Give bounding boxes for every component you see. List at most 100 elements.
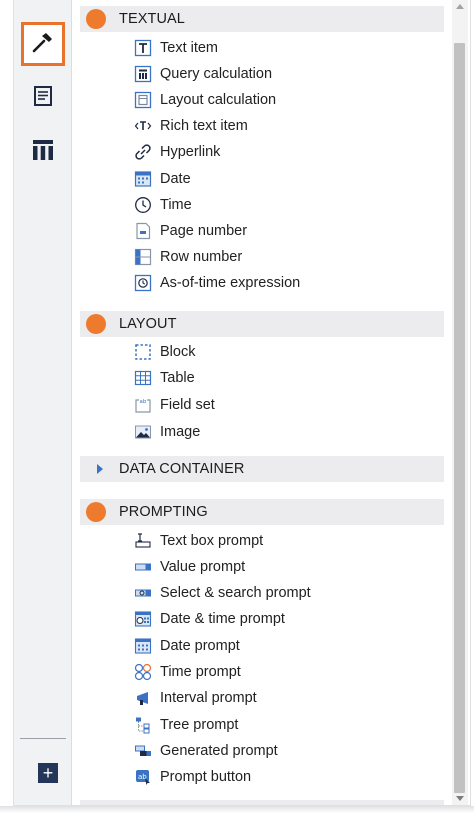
toolbox-item-as-of-time[interactable]: As-of-time expression [134,271,300,295]
toolbox-item-date-time-prompt[interactable]: Date & time prompt [134,607,285,631]
hyperlink-icon [134,143,152,161]
field-set-icon: ab [134,396,152,414]
block-icon [134,343,152,361]
plus-icon: + [42,763,54,783]
vertical-scrollbar[interactable] [452,0,468,806]
item-label: Rich text item [160,118,248,134]
item-label: Tree prompt [160,717,239,733]
item-label: Layout calculation [160,92,277,108]
section-header-data-container[interactable]: DATA CONTAINER [80,456,444,482]
table-icon [31,138,55,167]
item-label: Block [160,344,196,360]
scroll-up-arrow-icon[interactable] [456,4,464,9]
hammer-icon [31,30,55,59]
item-label: Image [160,424,201,440]
item-label: Field set [160,397,215,413]
rich-text-icon [134,117,152,135]
item-label: Query calculation [160,66,273,82]
toolbox-item-tree-prompt[interactable]: Tree prompt [134,713,238,737]
section-title: TEXTUAL [119,11,185,27]
interval-prompt-icon [134,689,152,707]
pages-tab-button[interactable] [21,76,65,120]
item-label: Time prompt [160,664,241,680]
new-indicator-dot [86,9,106,29]
item-label: Text item [160,40,219,56]
toolbox-item-time-prompt[interactable]: Time prompt [134,660,241,684]
toolbox-item-select-search-prompt[interactable]: Select & search prompt [134,581,311,605]
item-label: Generated prompt [160,743,278,759]
item-label: Row number [160,249,243,265]
scrollbar-thumb[interactable] [454,43,465,793]
image-icon [134,423,152,441]
toolbox-item-date[interactable]: Date [134,167,191,191]
page-icon [32,85,54,112]
text-item-icon [134,39,152,57]
section-title: LAYOUT [119,316,177,332]
prompt-button-icon: ab [134,768,152,786]
text-box-prompt-icon [134,532,152,550]
table-grid-icon [134,369,152,387]
select-search-prompt-icon [134,584,152,602]
toolbox-item-image[interactable]: Image [134,420,200,444]
toolbox-item-rich-text-item[interactable]: Rich text item [134,114,248,138]
toolbox-item-prompt-button[interactable]: ab Prompt button [134,765,251,789]
item-label: Table [160,370,195,386]
item-label: Select & search prompt [160,585,311,601]
date-icon [134,170,152,188]
time-prompt-icon [134,663,152,681]
section-header-textual[interactable]: TEXTUAL [80,6,444,32]
new-indicator-dot [86,314,106,334]
toolbox-item-table[interactable]: Table [134,366,195,390]
generated-prompt-icon [134,742,152,760]
toolbox-item-value-prompt[interactable]: Value prompt [134,555,245,579]
chevron-right-icon [97,464,103,474]
item-label: As-of-time expression [160,275,301,291]
toolbox-item-interval-prompt[interactable]: Interval prompt [134,686,257,710]
item-label: Hyperlink [160,144,221,160]
toolbox-item-layout-calculation[interactable]: Layout calculation [134,88,276,112]
panel-shadow [0,806,474,813]
section-header-layout[interactable]: LAYOUT [80,311,444,337]
item-label: Time [160,197,192,213]
toolbox-item-page-number[interactable]: Page number [134,219,247,243]
toolbox-item-text-box-prompt[interactable]: Text box prompt [134,529,263,553]
value-prompt-icon [134,558,152,576]
toolbox-item-generated-prompt[interactable]: Generated prompt [134,739,278,763]
item-label: Text box prompt [160,533,264,549]
section-title: PROMPTING [119,504,208,520]
tree-prompt-icon [134,716,152,734]
toolbox-item-query-calculation[interactable]: Query calculation [134,62,272,86]
toolbox-list: TEXTUAL Text item Query calculation Layo… [80,0,446,806]
scroll-down-arrow-icon[interactable] [456,796,464,801]
rail-divider [20,738,66,739]
item-label: Date & time prompt [160,611,285,627]
time-icon [134,196,152,214]
row-number-icon [134,248,152,266]
toolbox-item-text-item[interactable]: Text item [134,36,218,60]
toolbox-item-block[interactable]: Block [134,340,195,364]
item-label: Page number [160,223,248,239]
date-time-prompt-icon [134,610,152,628]
svg-text:ab: ab [140,399,147,405]
toolbox-item-date-prompt[interactable]: Date prompt [134,634,240,658]
toolbox-item-hyperlink[interactable]: Hyperlink [134,140,220,164]
item-label: Value prompt [160,559,246,575]
item-label: Interval prompt [160,690,257,706]
left-rail: + [14,0,72,806]
layout-calculation-icon [134,91,152,109]
toolbox-item-row-number[interactable]: Row number [134,245,242,269]
add-button[interactable]: + [38,763,58,783]
new-indicator-dot [86,502,106,522]
item-label: Date prompt [160,638,240,654]
section-header-prompting[interactable]: PROMPTING [80,499,444,525]
item-label: Prompt button [160,769,252,785]
query-calculation-icon [134,65,152,83]
toolbox-item-time[interactable]: Time [134,193,192,217]
item-label: Date [160,171,191,187]
page-number-icon [134,222,152,240]
data-tab-button[interactable] [21,130,65,174]
section-title: DATA CONTAINER [119,461,245,477]
toolbox-item-field-set[interactable]: ab Field set [134,393,215,417]
toolbox-tab-button[interactable] [21,22,65,66]
date-prompt-icon [134,637,152,655]
